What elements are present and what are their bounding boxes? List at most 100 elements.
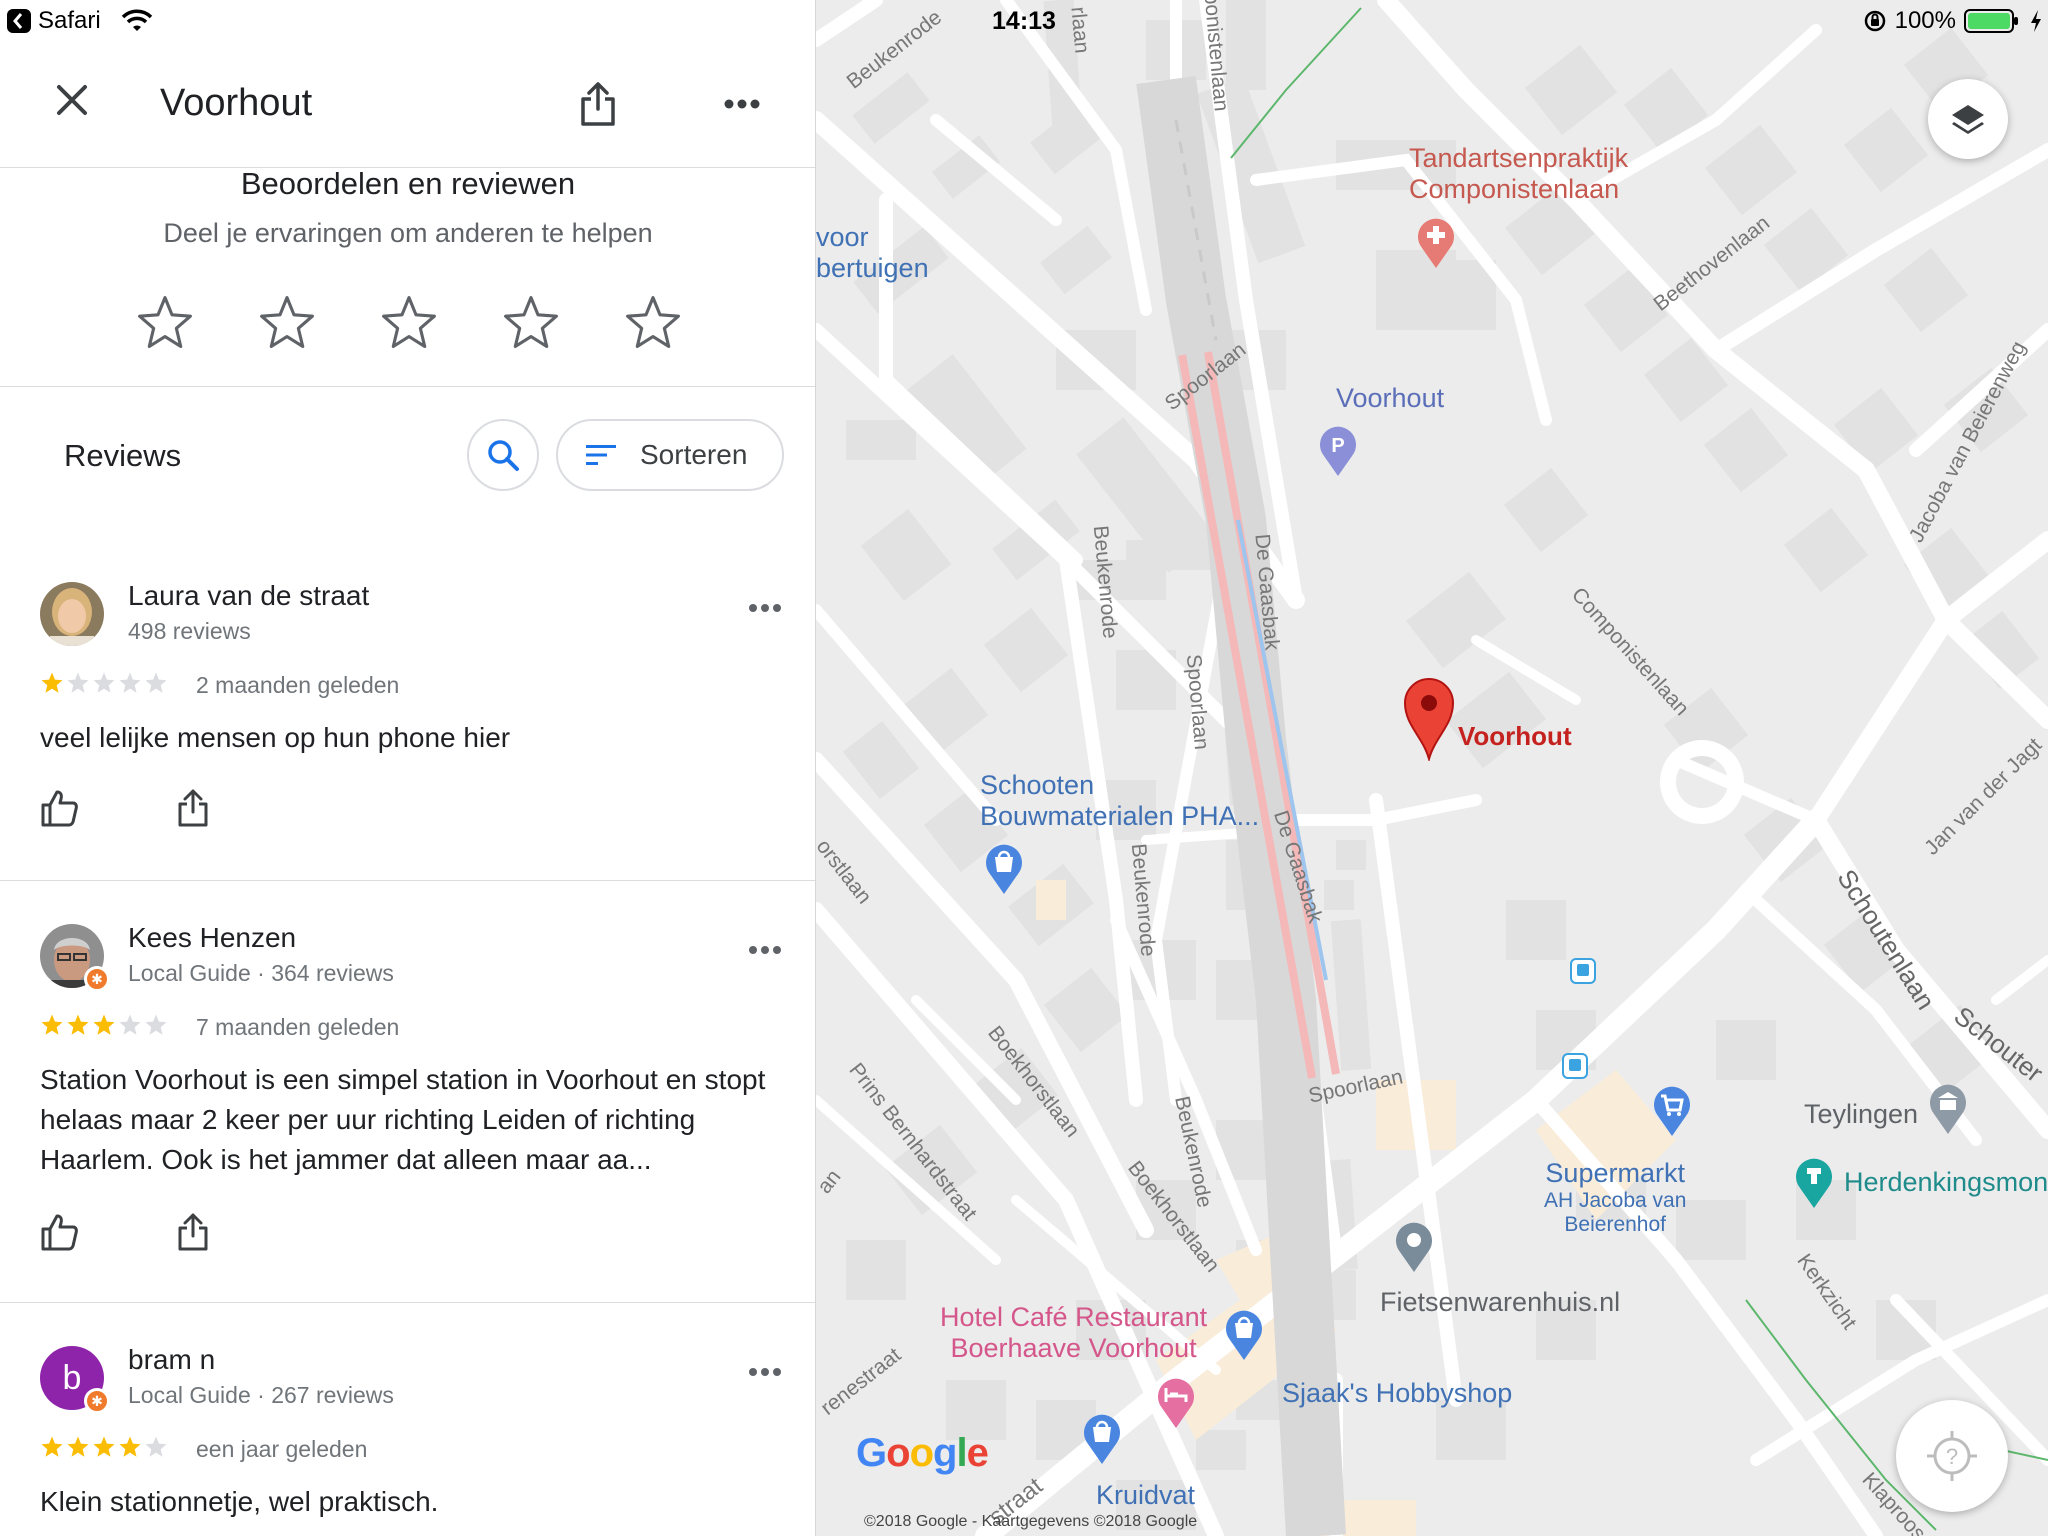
shopping-pin-icon[interactable] [982,840,1026,896]
reviewer-name[interactable]: Kees Henzen [128,922,296,954]
like-button[interactable] [40,788,80,833]
rate-star-2-icon[interactable] [258,294,316,352]
monument-pin-icon[interactable] [1792,1154,1836,1210]
poi-label-line: voor [816,222,869,252]
poi-sjaak-label[interactable]: Sjaak's Hobbyshop [1282,1378,1512,1409]
place-detail-panel: Voorhout Beoordelen en reviewen Deel je … [0,0,816,1536]
bus-stop-icon[interactable] [1570,958,1596,984]
star-filled-icon [41,1436,63,1457]
review-date: 7 maanden geleden [196,1014,400,1040]
share-button[interactable] [572,78,624,130]
my-location-button[interactable]: ? [1896,1400,2008,1512]
sort-button[interactable]: Sorteren [556,419,784,491]
review-more-button[interactable] [748,1364,782,1382]
map-copyright: ©2018 Google - Kaartgegevens ©2018 Googl… [864,1513,1198,1530]
divider [0,386,815,387]
local-guide-badge-icon: ✱ [84,1388,110,1414]
reviewer-name[interactable]: bram n [128,1344,215,1376]
review-actions [40,788,210,833]
thumbs-up-icon [41,790,78,827]
reviews-heading: Reviews [64,438,182,473]
shopping-cart-pin-icon[interactable] [1650,1082,1694,1138]
poi-supermarkt-label[interactable]: Supermarkt AH Jacoba van Beierenhof [1544,1158,1686,1237]
like-button[interactable] [40,1212,80,1257]
map-view[interactable]: Beukenrode rlaan ponistenlaan Spoorlaan … [816,0,2048,1536]
more-dots-icon [724,99,760,109]
rate-star-1-icon[interactable] [136,294,194,352]
poi-kruidvat-label[interactable]: Kruidvat [1096,1480,1195,1511]
poi-schooten-label[interactable]: Schooten Bouwmaterialen PHA... [980,770,1259,832]
avatar[interactable]: ✱ [40,924,110,992]
review-more-button[interactable] [748,942,782,960]
poi-label[interactable]: voor bertuigen [816,222,929,284]
poi-label-line: Tandartsenpraktijk [1409,143,1629,173]
review-item: b ✱ bram n Local Guide · 267 reviews een… [0,1324,815,1536]
review-text: Station Voorhout is een simpel station i… [40,1064,766,1175]
search-reviews-button[interactable] [467,419,539,491]
poi-teylingen-label[interactable]: Teylingen [1804,1099,1918,1130]
star-empty-icon [119,1014,141,1035]
poi-label-line: Bouwmaterialen PHA... [980,801,1260,832]
shopping-pin-icon[interactable] [1080,1410,1124,1466]
rate-star-3-icon[interactable] [380,294,438,352]
review-date: een jaar geleden [196,1436,368,1462]
review-more-button[interactable] [748,600,782,618]
page-title: Voorhout [160,82,313,124]
avatar[interactable]: b ✱ [40,1346,110,1414]
star-empty-icon [145,1014,167,1035]
rate-star-4-icon[interactable] [502,294,560,352]
landmark-pin-icon[interactable] [1926,1080,1970,1136]
review-item: Laura van de straat 498 reviews 2 maande… [0,560,815,880]
share-icon [178,789,208,827]
rate-star-5-icon[interactable] [624,294,682,352]
thumbs-up-icon [41,1214,78,1251]
svg-text:?: ? [1946,1444,1958,1469]
share-review-button[interactable] [176,788,210,833]
share-review-button[interactable] [176,1212,210,1257]
review-actions [40,1212,210,1257]
share-icon [178,1213,208,1251]
reviewer-meta: Local Guide · 364 reviews [128,960,394,986]
star-filled-icon [93,1436,115,1457]
poi-tandarts-label[interactable]: Tandartsenpraktijk Componistenlaan [1409,143,1628,205]
reviewer-name[interactable]: Laura van de straat [128,580,369,612]
google-logo: Google [856,1431,989,1475]
divider [0,880,815,881]
search-icon [488,440,519,471]
review-text: veel lelijke mensen op hun phone hier [40,722,511,753]
more-options-button[interactable] [718,80,766,128]
close-button[interactable] [46,74,98,126]
parking-pin-icon[interactable]: P [1316,422,1360,478]
map-layers-button[interactable] [1928,79,2008,159]
poi-herdenking-label[interactable]: Herdenkingsmon [1844,1167,2048,1198]
shopping-pin-icon[interactable] [1222,1306,1266,1362]
poi-label-line: Hotel Café Restaurant [940,1302,1208,1332]
sort-label: Sorteren [640,439,748,470]
poi-parking-label[interactable]: Voorhout [1336,383,1444,414]
rating-stars-input[interactable] [136,294,682,352]
poi-fietsen-label[interactable]: Fietsenwarenhuis.nl [1380,1287,1620,1318]
place-pin-icon[interactable] [1392,1218,1436,1274]
review-text: Klein stationnetje, wel praktisch. [40,1486,439,1517]
poi-label-line: bertuigen [816,253,929,284]
hotel-pin-icon[interactable] [1154,1374,1198,1430]
location-marker-icon[interactable] [1403,677,1455,761]
star-empty-icon [145,1436,167,1457]
poi-hotel-label[interactable]: Hotel Café Restaurant Boerhaave Voorhout [940,1302,1207,1364]
avatar-letter: b [62,1358,82,1397]
poi-label-line: Boerhaave Voorhout [950,1333,1197,1364]
dentist-pin-icon[interactable] [1414,214,1458,270]
avatar[interactable] [40,582,104,646]
review-item: ✱ Kees Henzen Local Guide · 364 reviews … [0,902,815,1302]
more-dots-icon [749,604,781,612]
bus-stop-icon[interactable] [1562,1053,1588,1079]
svg-text:P: P [1331,435,1344,457]
star-empty-icon [119,672,141,693]
more-dots-icon [749,946,781,954]
star-empty-icon [145,672,167,693]
poi-label-line: Componistenlaan [1409,174,1620,205]
close-icon [57,85,87,115]
poi-label-line: AH Jacoba van [1544,1189,1687,1213]
station-label[interactable]: Voorhout [1458,721,1572,752]
user-photo [40,582,104,646]
